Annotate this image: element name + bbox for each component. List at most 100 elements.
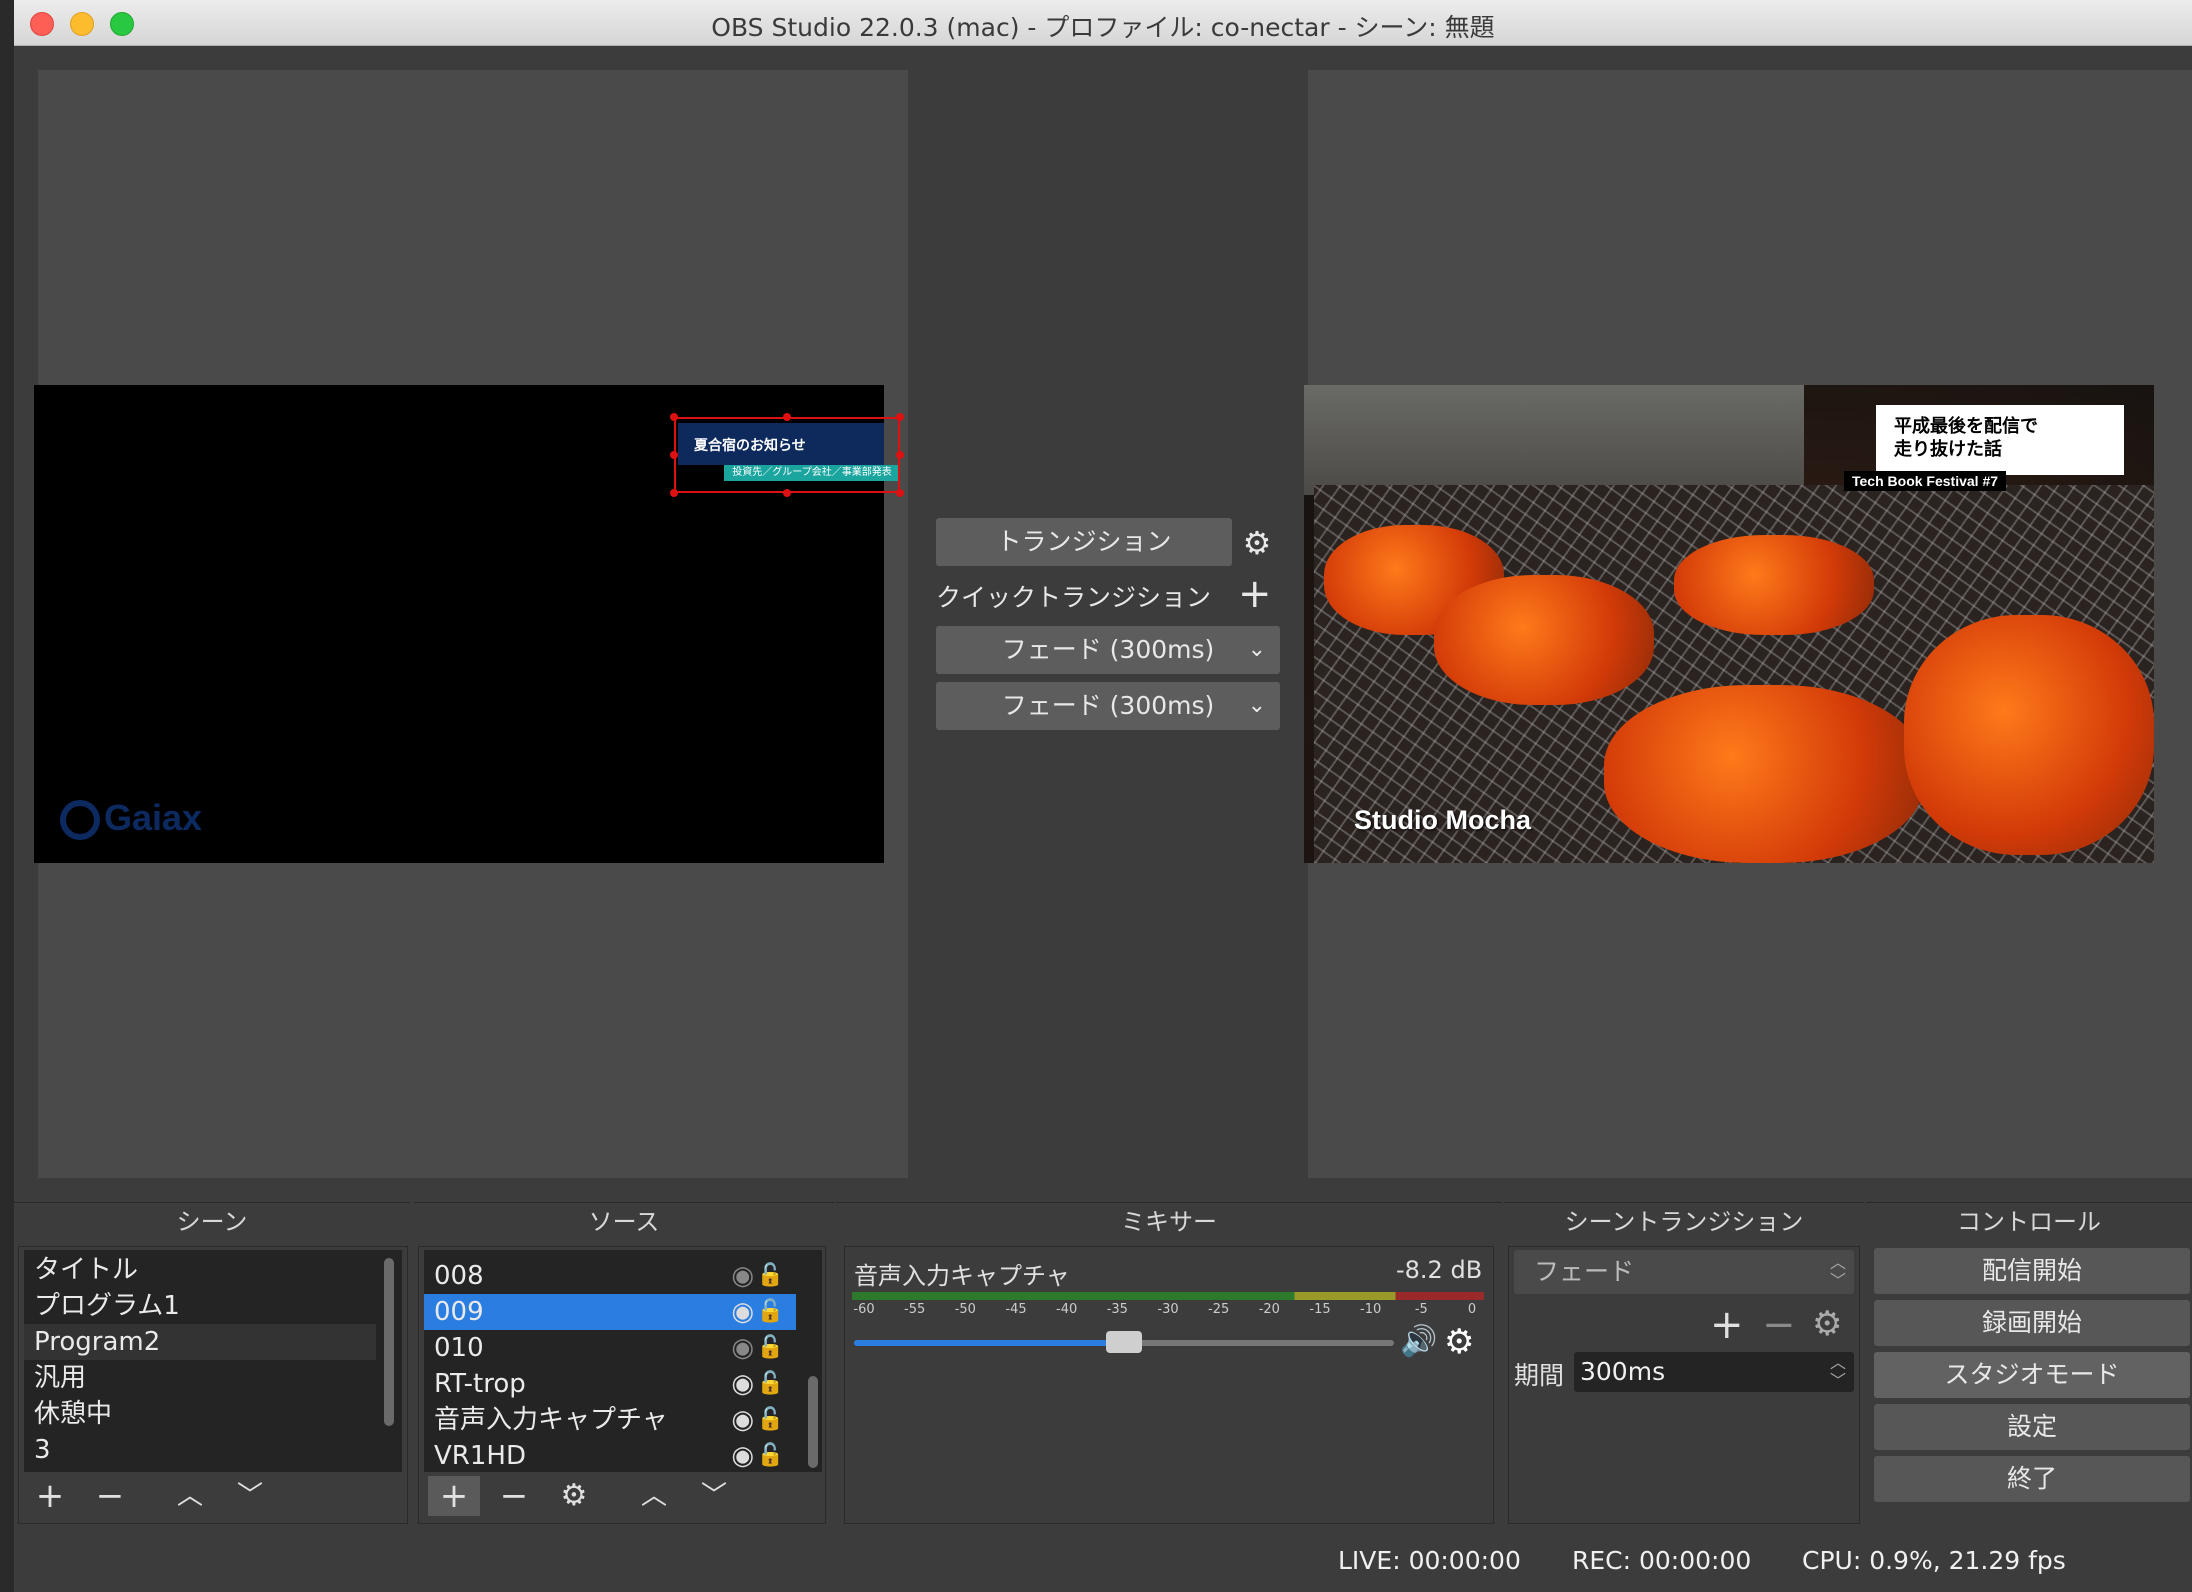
meter-tick-label: -60 — [853, 1302, 875, 1317]
remove-transition-icon[interactable]: − — [1762, 1302, 1796, 1348]
photo-person — [1304, 385, 1804, 495]
gaiax-logo-icon — [60, 800, 100, 841]
add-scene-icon[interactable]: + — [30, 1476, 70, 1516]
source-label: VR1HD — [434, 1441, 526, 1468]
lock-icon[interactable]: 🔓 — [757, 1330, 784, 1366]
lock-icon[interactable]: 🔓 — [757, 1438, 784, 1468]
dock-title-scene-transitions: シーントランジション — [1504, 1202, 1864, 1240]
eye-icon[interactable]: ◉ — [731, 1438, 754, 1468]
volume-slider-knob[interactable] — [1106, 1331, 1142, 1353]
start-recording-button[interactable]: 録画開始 — [1874, 1300, 2190, 1346]
meter-tick-label: -15 — [1309, 1302, 1331, 1317]
scene-item[interactable]: タイトル — [24, 1252, 402, 1288]
eye-icon[interactable]: ◉ — [731, 1366, 754, 1402]
photo-meat — [1904, 615, 2154, 855]
photo-meat — [1674, 535, 1874, 635]
resize-handle[interactable] — [670, 489, 678, 497]
volume-slider[interactable] — [854, 1331, 1394, 1353]
move-up-icon[interactable]: ︿ — [170, 1476, 210, 1516]
updown-arrows-icon: ︿ ﹀ — [1829, 1253, 1846, 1290]
lock-icon[interactable]: 🔓 — [757, 1294, 784, 1330]
source-item[interactable]: 010 ◉ 🔓 — [424, 1330, 796, 1366]
photo-caption: 平成最後を配信で 走り抜けた話 — [1894, 416, 2038, 460]
lock-icon[interactable]: 🔓 — [757, 1402, 784, 1438]
eye-hidden-icon[interactable]: ◉ — [731, 1330, 754, 1366]
cpu-status: CPU: 0.9%, 21.29 fps — [1802, 1546, 2066, 1575]
resize-handle[interactable] — [670, 413, 678, 421]
meter-tick-label: -5 — [1414, 1302, 1428, 1317]
source-item[interactable]: RT-trop ◉ 🔓 — [424, 1366, 796, 1402]
speaker-icon[interactable]: 🔊 — [1400, 1324, 1437, 1359]
source-properties-gear-icon[interactable]: ⚙ — [554, 1476, 594, 1516]
source-item[interactable]: VR1HD ◉ 🔓 — [424, 1438, 796, 1468]
add-source-icon[interactable]: + — [428, 1476, 480, 1516]
meter-tick-label: -55 — [904, 1302, 926, 1317]
resize-handle[interactable] — [896, 451, 904, 459]
resize-handle[interactable] — [896, 489, 904, 497]
transition-button[interactable]: トランジション — [936, 518, 1232, 566]
window-title: OBS Studio 22.0.3 (mac) - プロファイル: co-nec… — [711, 13, 1495, 42]
dock-title-sources: ソース — [414, 1202, 834, 1240]
meter-tick-label: -40 — [1056, 1302, 1078, 1317]
resize-handle[interactable] — [670, 451, 678, 459]
gear-icon[interactable]: ⚙ — [1444, 1322, 1474, 1362]
source-item[interactable]: 008 ◉ 🔓 — [424, 1258, 796, 1294]
resize-handle[interactable] — [783, 489, 791, 497]
gear-icon[interactable]: ⚙ — [1812, 1304, 1842, 1344]
scene-item-selected[interactable]: Program2 — [24, 1324, 376, 1360]
start-streaming-button[interactable]: 配信開始 — [1874, 1248, 2190, 1294]
title-bar: OBS Studio 22.0.3 (mac) - プロファイル: co-nec… — [14, 0, 2192, 46]
dock-title-scenes: シーン — [14, 1202, 410, 1240]
source-list-scrollbar[interactable] — [808, 1376, 818, 1468]
resize-handle[interactable] — [896, 413, 904, 421]
gear-icon[interactable]: ⚙ — [1240, 526, 1274, 560]
scene-item[interactable]: プログラム1 — [24, 1288, 402, 1324]
selection-box[interactable] — [674, 417, 900, 493]
scene-item[interactable]: 休憩中 — [24, 1396, 402, 1432]
exit-button[interactable]: 終了 — [1874, 1456, 2190, 1502]
source-list[interactable]: 008 ◉ 🔓 009 ◉ 🔓 010 ◉ 🔓 RT-trop ◉ 🔓 音声入力キャプチャ ◉ 🔓 … — [424, 1250, 822, 1472]
add-transition-icon[interactable]: + — [1710, 1302, 1744, 1348]
meter-tick-label: 0 — [1467, 1302, 1477, 1317]
lock-icon[interactable]: 🔓 — [757, 1366, 784, 1402]
source-label: 008 — [434, 1261, 484, 1291]
volume-slider-fill — [854, 1340, 1124, 1346]
remove-scene-icon[interactable]: − — [90, 1476, 130, 1516]
eye-hidden-icon[interactable]: ◉ — [731, 1258, 754, 1294]
eye-icon[interactable]: ◉ — [731, 1402, 754, 1438]
period-input[interactable]: 300ms ︿ ﹀ — [1574, 1352, 1854, 1392]
move-down-icon[interactable]: ﹀ — [230, 1476, 270, 1516]
gaiax-logo: Gaiax — [60, 797, 203, 841]
fade-1-label: フェード (300ms) — [1001, 635, 1215, 664]
preview-canvas[interactable]: 夏合宿のお知らせ 投資先／グループ会社／事業部発表 Gaiax — [34, 385, 904, 863]
meter-tick-label: -30 — [1157, 1302, 1179, 1317]
studio-mode-button[interactable]: スタジオモード — [1874, 1352, 2190, 1398]
period-label: 期間 — [1514, 1361, 1565, 1390]
quick-transition-fade-1[interactable]: フェード (300ms) ⌄ — [936, 626, 1280, 674]
source-label: 009 — [434, 1297, 484, 1327]
dock-title-mixer: ミキサー — [836, 1202, 1502, 1240]
source-label: 010 — [434, 1333, 484, 1363]
quick-transition-fade-2[interactable]: フェード (300ms) ⌄ — [936, 682, 1280, 730]
meter-tick-label: -25 — [1208, 1302, 1230, 1317]
scene-list[interactable]: タイトル プログラム1 Program2 汎用 休憩中 3 — [24, 1250, 402, 1472]
transition-select[interactable]: フェード ︿ ﹀ — [1514, 1250, 1854, 1294]
scene-item[interactable]: 3 — [24, 1432, 402, 1468]
notice-banner[interactable]: 夏合宿のお知らせ 投資先／グループ会社／事業部発表 — [670, 413, 904, 497]
source-label: 音声入力キャプチャ — [434, 1405, 668, 1435]
remove-source-icon[interactable]: − — [494, 1476, 534, 1516]
source-item-selected[interactable]: 009 ◉ 🔓 — [424, 1294, 796, 1330]
resize-handle[interactable] — [783, 413, 791, 421]
lock-icon[interactable]: 🔓 — [757, 1258, 784, 1294]
scene-item[interactable]: 汎用 — [24, 1360, 402, 1396]
stepper-icon[interactable]: ︿ ﹀ — [1830, 1354, 1846, 1390]
source-item[interactable]: 音声入力キャプチャ ◉ 🔓 — [424, 1402, 796, 1438]
photo-meat — [1434, 575, 1654, 705]
scene-list-scrollbar[interactable] — [384, 1258, 394, 1426]
eye-icon[interactable]: ◉ — [731, 1294, 754, 1330]
move-down-icon[interactable]: ﹀ — [694, 1476, 734, 1516]
move-up-icon[interactable]: ︿ — [634, 1476, 674, 1516]
settings-button[interactable]: 設定 — [1874, 1404, 2190, 1450]
add-quick-transition-icon[interactable]: + — [1238, 570, 1272, 618]
gaiax-logo-text: Gaiax — [104, 797, 203, 838]
